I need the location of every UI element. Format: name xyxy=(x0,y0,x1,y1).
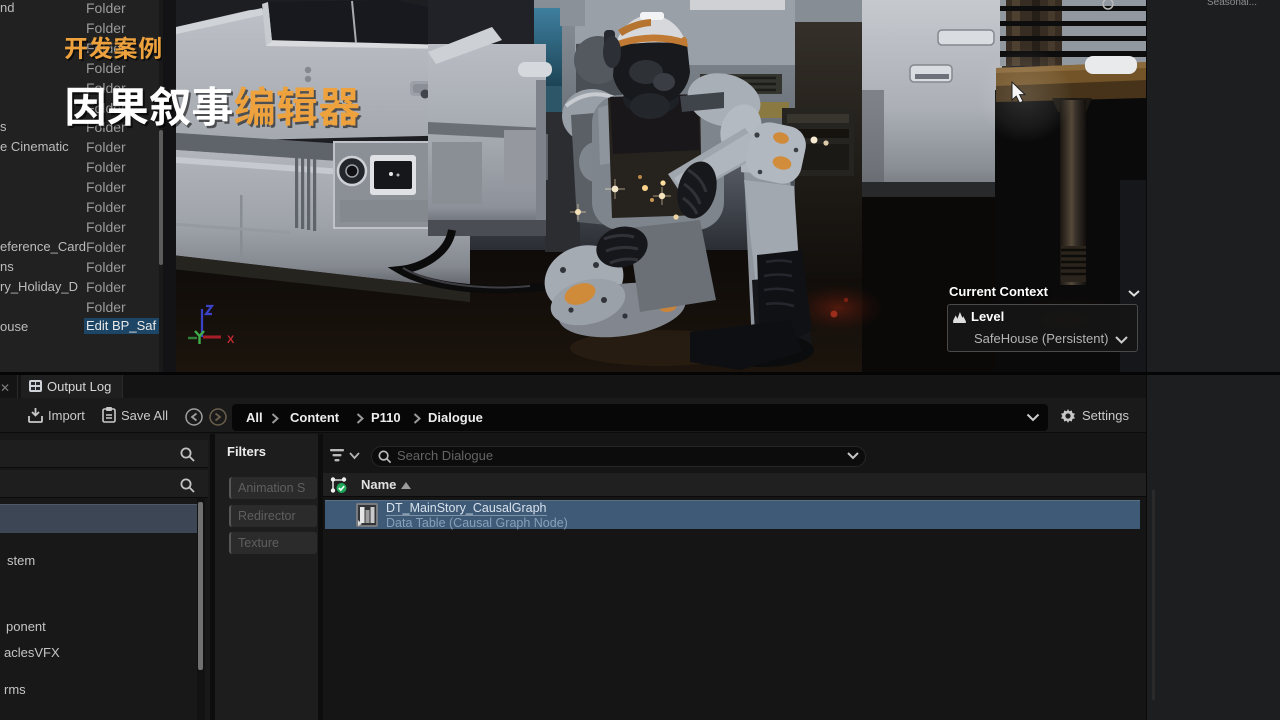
svg-text:X: X xyxy=(227,334,235,346)
